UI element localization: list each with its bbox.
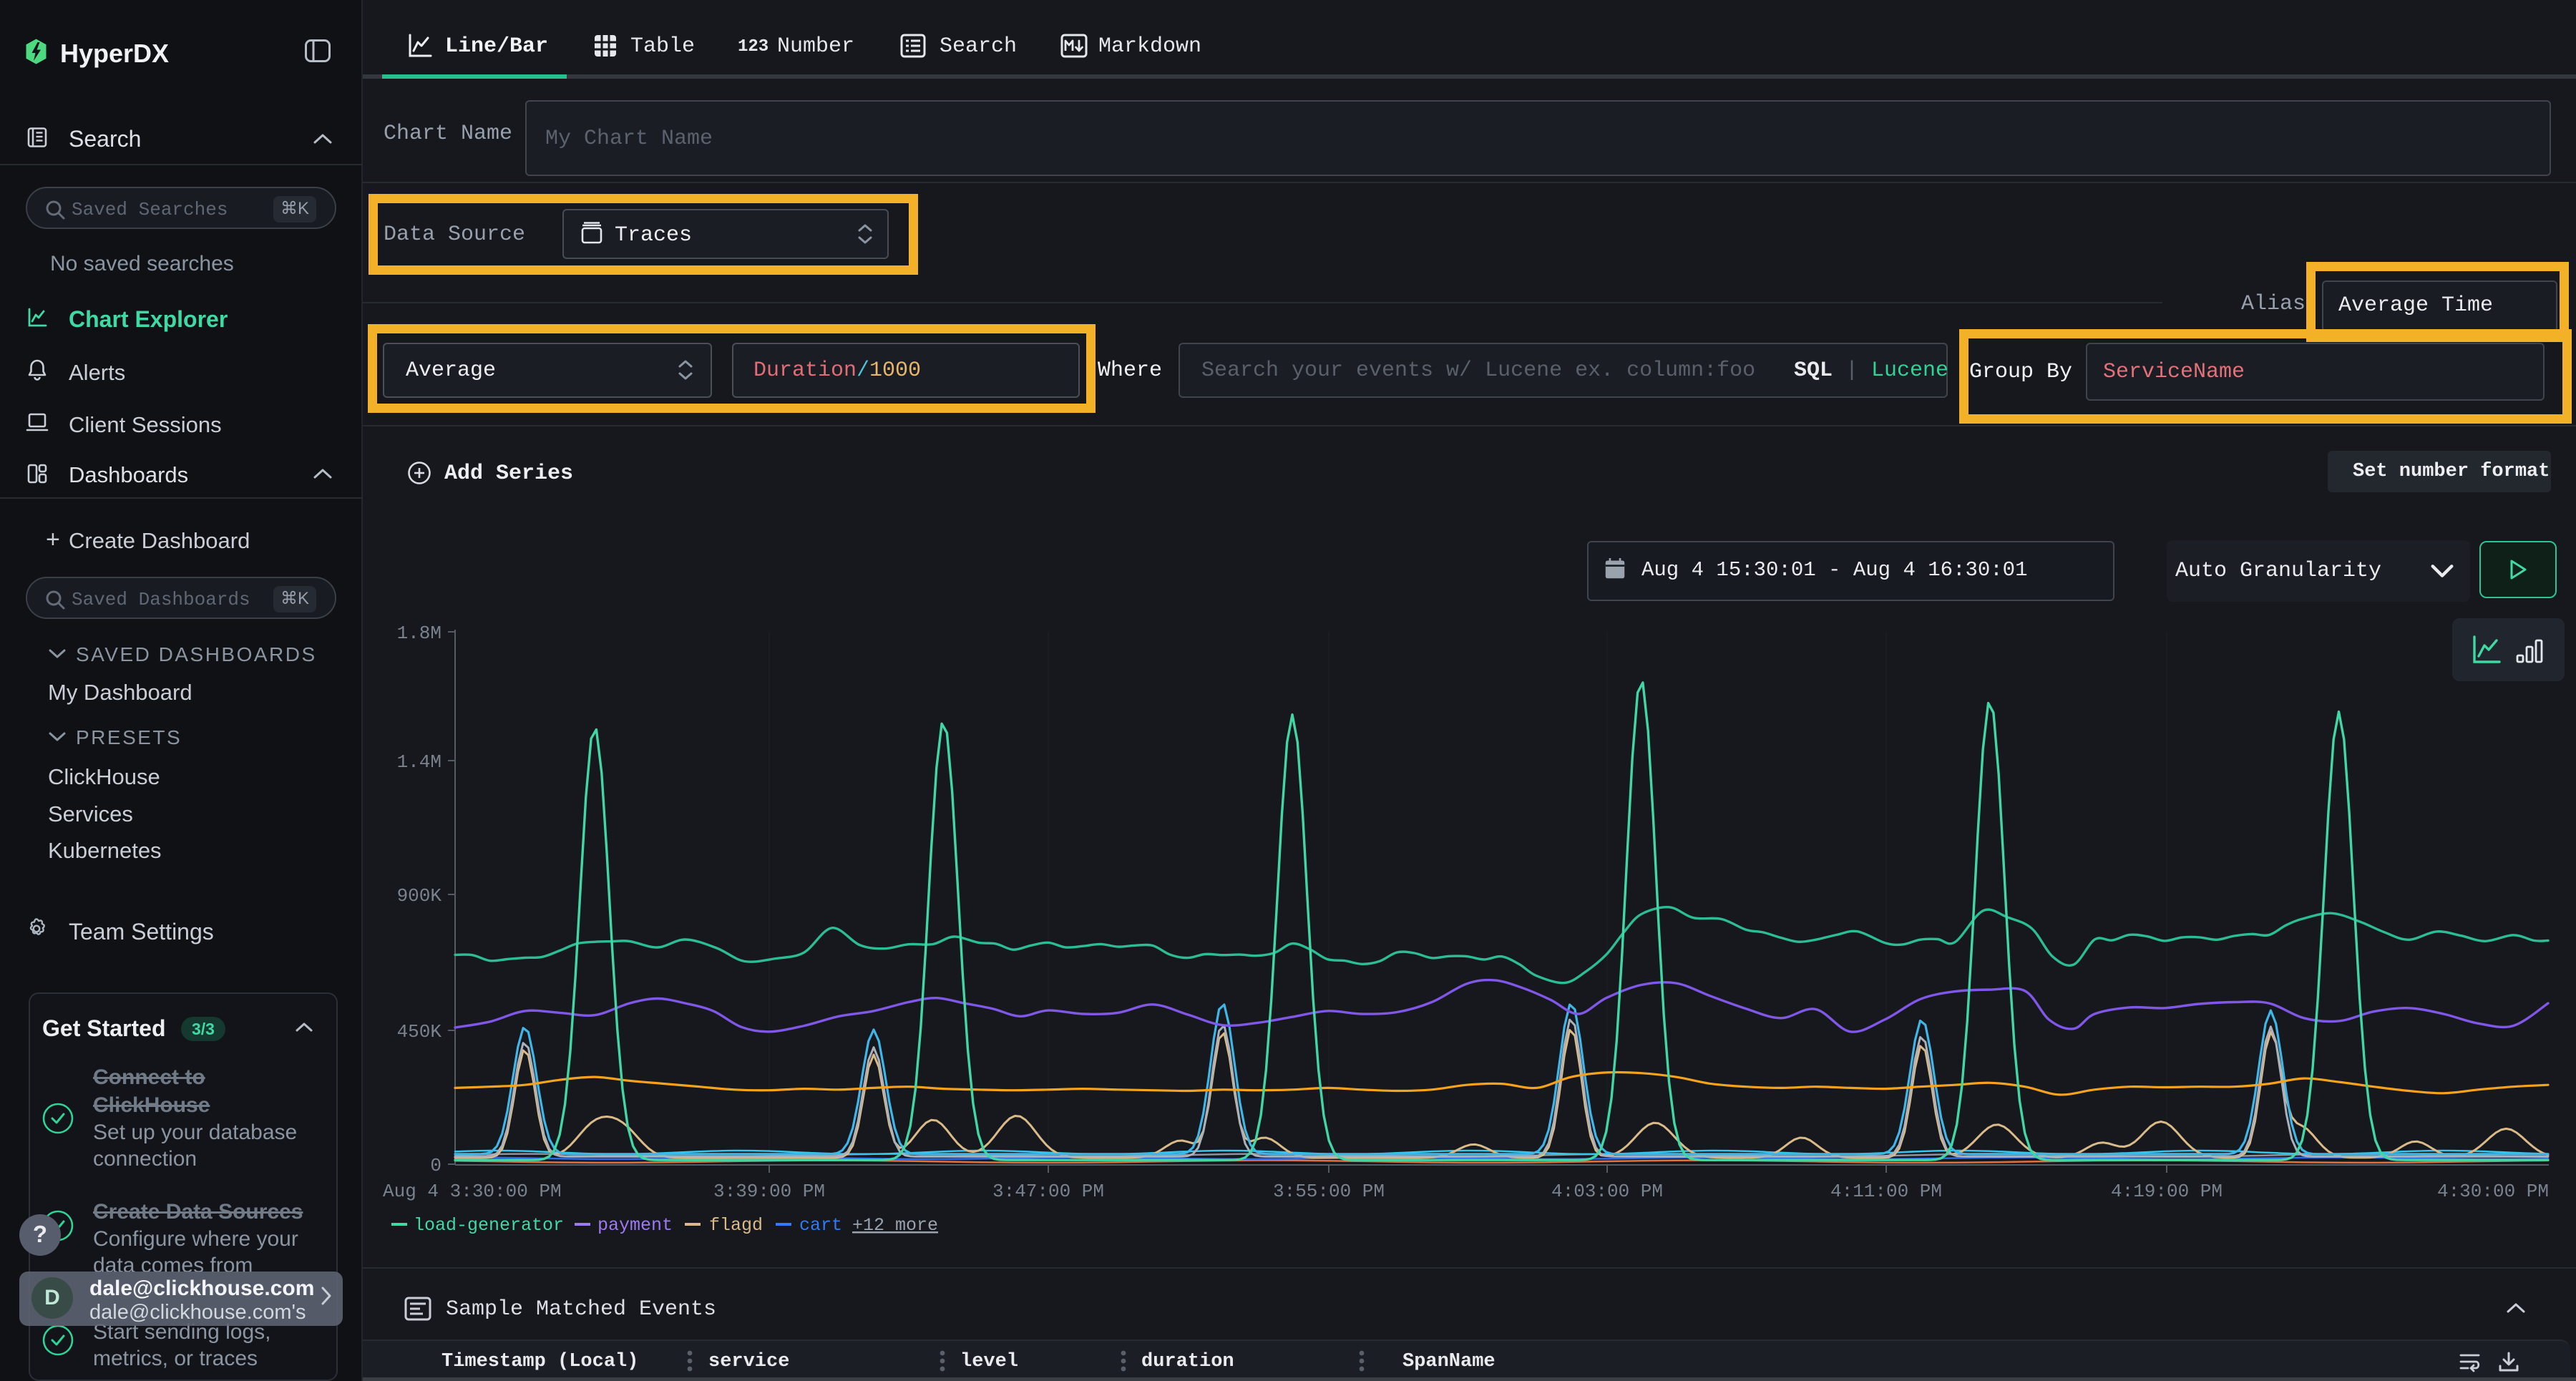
svg-text:4:19:00 PM: 4:19:00 PM [2111, 1181, 2223, 1202]
svg-text:3:55:00 PM: 3:55:00 PM [1273, 1181, 1385, 1202]
svg-text:3:47:00 PM: 3:47:00 PM [992, 1181, 1104, 1202]
svg-text:4:11:00 PM: 4:11:00 PM [1830, 1181, 1942, 1202]
svg-text:3:39:00 PM: 3:39:00 PM [713, 1181, 825, 1202]
svg-text:1.4M: 1.4M [397, 751, 441, 773]
svg-text:+12 more: +12 more [852, 1215, 938, 1236]
svg-text:1.8M: 1.8M [397, 623, 441, 644]
svg-text:4:03:00 PM: 4:03:00 PM [1551, 1181, 1663, 1202]
svg-text:load-generator: load-generator [414, 1215, 564, 1236]
svg-text:Aug 4 3:30:00 PM: Aug 4 3:30:00 PM [383, 1181, 562, 1202]
svg-text:900K: 900K [397, 885, 442, 907]
svg-text:payment: payment [597, 1215, 673, 1236]
svg-text:4:30:00 PM: 4:30:00 PM [2437, 1181, 2549, 1202]
svg-text:flagd: flagd [709, 1215, 763, 1236]
svg-text:0: 0 [430, 1155, 441, 1176]
svg-text:450K: 450K [397, 1021, 442, 1043]
svg-text:cart: cart [799, 1215, 842, 1236]
